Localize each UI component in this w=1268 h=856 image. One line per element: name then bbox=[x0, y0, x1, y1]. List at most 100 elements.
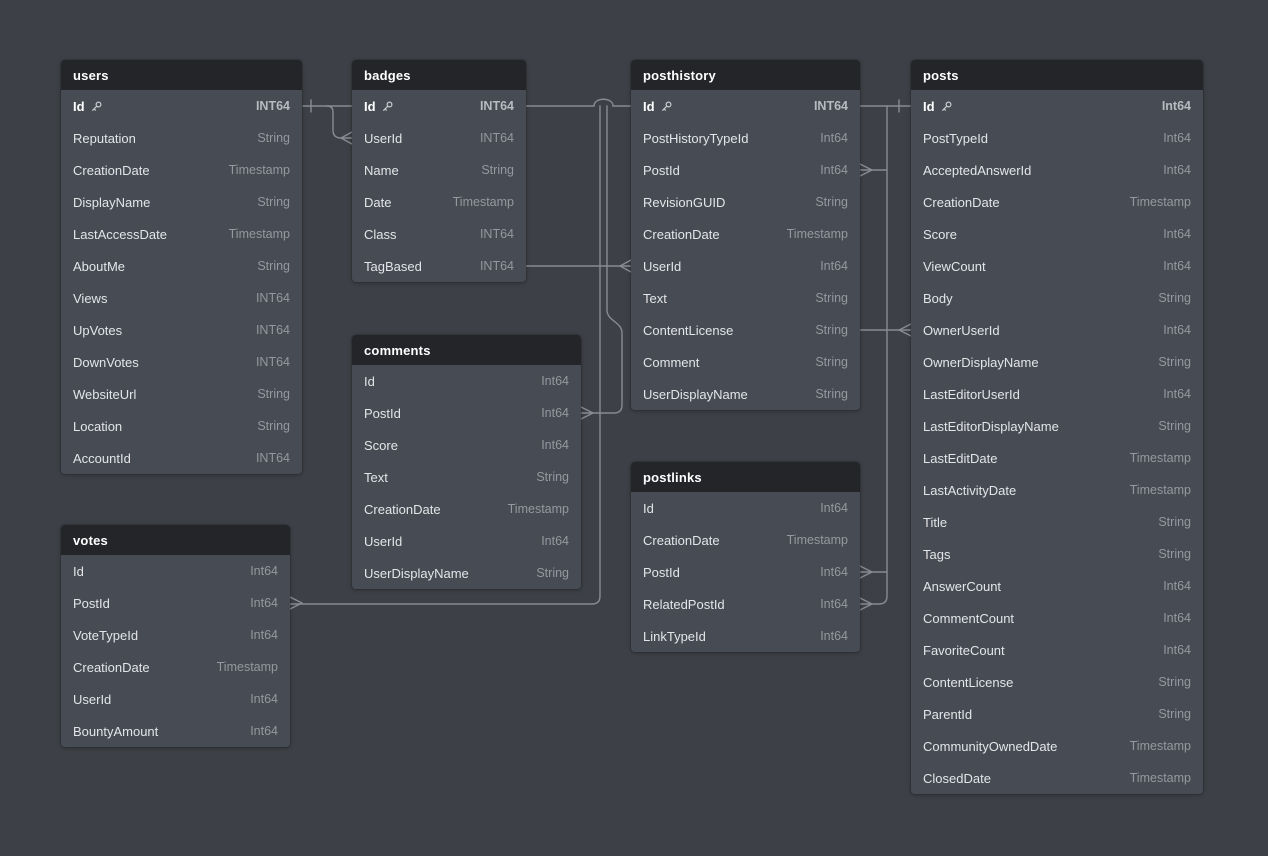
table-posts[interactable]: postsIdInt64PostTypeIdInt64AcceptedAnswe… bbox=[911, 60, 1203, 794]
field-row-posts-OwnerUserId[interactable]: OwnerUserIdInt64 bbox=[911, 314, 1203, 346]
primary-key-icon bbox=[941, 101, 952, 112]
field-row-users-Id[interactable]: IdINT64 bbox=[61, 90, 302, 122]
field-row-posts-CommentCount[interactable]: CommentCountInt64 bbox=[911, 602, 1203, 634]
table-header-postlinks[interactable]: postlinks bbox=[631, 462, 860, 492]
table-header-comments[interactable]: comments bbox=[352, 335, 581, 365]
field-row-postlinks-LinkTypeId[interactable]: LinkTypeIdInt64 bbox=[631, 620, 860, 652]
table-comments[interactable]: commentsIdInt64PostIdInt64ScoreInt64Text… bbox=[352, 335, 581, 589]
field-row-posthistory-PostHistoryTypeId[interactable]: PostHistoryTypeIdInt64 bbox=[631, 122, 860, 154]
field-row-posts-ViewCount[interactable]: ViewCount Int64 bbox=[911, 250, 1203, 282]
field-row-posts-Tags[interactable]: TagsString bbox=[911, 538, 1203, 570]
field-row-posthistory-UserDisplayName[interactable]: UserDisplayNameString bbox=[631, 378, 860, 410]
field-type: INT64 bbox=[256, 323, 290, 337]
field-name: DisplayName bbox=[73, 195, 150, 210]
field-row-badges-Date[interactable]: DateTimestamp bbox=[352, 186, 526, 218]
field-row-votes-PostId[interactable]: PostIdInt64 bbox=[61, 587, 290, 619]
field-row-postlinks-CreationDate[interactable]: CreationDateTimestamp bbox=[631, 524, 860, 556]
field-row-posthistory-Comment[interactable]: CommentString bbox=[631, 346, 860, 378]
field-row-votes-BountyAmount[interactable]: BountyAmountInt64 bbox=[61, 715, 290, 747]
field-row-badges-Name[interactable]: NameString bbox=[352, 154, 526, 186]
field-name: Text bbox=[643, 291, 667, 306]
field-row-posts-CommunityOwnedDate[interactable]: CommunityOwnedDateTimestamp bbox=[911, 730, 1203, 762]
table-header-badges[interactable]: badges bbox=[352, 60, 526, 90]
table-header-posthistory[interactable]: posthistory bbox=[631, 60, 860, 90]
field-type: String bbox=[815, 323, 848, 337]
field-type: Int64 bbox=[1163, 259, 1191, 273]
field-row-posts-Id[interactable]: IdInt64 bbox=[911, 90, 1203, 122]
field-row-posts-CreationDate[interactable]: CreationDateTimestamp bbox=[911, 186, 1203, 218]
field-row-badges-Class[interactable]: ClassINT64 bbox=[352, 218, 526, 250]
field-row-comments-CreationDate[interactable]: CreationDateTimestamp bbox=[352, 493, 581, 525]
field-row-posthistory-UserId[interactable]: UserIdInt64 bbox=[631, 250, 860, 282]
table-title: posthistory bbox=[643, 68, 716, 83]
field-row-comments-Score[interactable]: ScoreInt64 bbox=[352, 429, 581, 461]
field-type: Int64 bbox=[820, 629, 848, 643]
field-row-users-WebsiteUrl[interactable]: WebsiteUrlString bbox=[61, 378, 302, 410]
table-header-posts[interactable]: posts bbox=[911, 60, 1203, 90]
field-name: ParentId bbox=[923, 707, 972, 722]
field-row-users-DisplayName[interactable]: DisplayNameString bbox=[61, 186, 302, 218]
field-row-posts-Body[interactable]: BodyString bbox=[911, 282, 1203, 314]
field-row-posthistory-RevisionGUID[interactable]: RevisionGUIDString bbox=[631, 186, 860, 218]
field-row-users-DownVotes[interactable]: DownVotesINT64 bbox=[61, 346, 302, 378]
field-row-postlinks-Id[interactable]: IdInt64 bbox=[631, 492, 860, 524]
field-row-posts-ParentId[interactable]: ParentIdString bbox=[911, 698, 1203, 730]
table-badges[interactable]: badgesIdINT64UserIdINT64NameStringDateTi… bbox=[352, 60, 526, 282]
field-row-posthistory-Text[interactable]: TextString bbox=[631, 282, 860, 314]
table-users[interactable]: usersIdINT64ReputationStringCreationDate… bbox=[61, 60, 302, 474]
field-row-postlinks-RelatedPostId[interactable]: RelatedPostIdInt64 bbox=[631, 588, 860, 620]
field-row-posthistory-PostId[interactable]: PostIdInt64 bbox=[631, 154, 860, 186]
field-row-posts-Title[interactable]: TitleString bbox=[911, 506, 1203, 538]
field-name: Comment bbox=[643, 355, 699, 370]
field-row-votes-VoteTypeId[interactable]: VoteTypeIdInt64 bbox=[61, 619, 290, 651]
field-name: Id bbox=[923, 99, 935, 114]
field-row-posts-FavoriteCount[interactable]: FavoriteCountInt64 bbox=[911, 634, 1203, 666]
field-row-posts-ContentLicense[interactable]: ContentLicenseString bbox=[911, 666, 1203, 698]
field-row-users-LastAccessDate[interactable]: LastAccessDateTimestamp bbox=[61, 218, 302, 250]
field-row-users-Views[interactable]: ViewsINT64 bbox=[61, 282, 302, 314]
field-row-votes-UserId[interactable]: UserIdInt64 bbox=[61, 683, 290, 715]
field-row-posts-AcceptedAnswerId[interactable]: AcceptedAnswerIdInt64 bbox=[911, 154, 1203, 186]
field-type: Int64 bbox=[820, 163, 848, 177]
field-row-users-AboutMe[interactable]: AboutMeString bbox=[61, 250, 302, 282]
field-row-comments-Id[interactable]: IdInt64 bbox=[352, 365, 581, 397]
field-row-posts-AnswerCount[interactable]: AnswerCountInt64 bbox=[911, 570, 1203, 602]
field-row-comments-PostId[interactable]: PostIdInt64 bbox=[352, 397, 581, 429]
field-name: Id bbox=[73, 99, 85, 114]
field-row-votes-CreationDate[interactable]: CreationDateTimestamp bbox=[61, 651, 290, 683]
field-row-posts-LastActivityDate[interactable]: LastActivityDateTimestamp bbox=[911, 474, 1203, 506]
field-row-posts-LastEditorDisplayName[interactable]: LastEditorDisplayNameString bbox=[911, 410, 1203, 442]
field-row-badges-TagBased[interactable]: TagBasedINT64 bbox=[352, 250, 526, 282]
field-row-posthistory-ContentLicense[interactable]: ContentLicenseString bbox=[631, 314, 860, 346]
field-row-postlinks-PostId[interactable]: PostId Int64 bbox=[631, 556, 860, 588]
field-row-posthistory-CreationDate[interactable]: CreationDateTimestamp bbox=[631, 218, 860, 250]
field-row-users-CreationDate[interactable]: CreationDateTimestamp bbox=[61, 154, 302, 186]
field-row-badges-Id[interactable]: IdINT64 bbox=[352, 90, 526, 122]
field-row-users-AccountId[interactable]: AccountIdINT64 bbox=[61, 442, 302, 474]
field-row-users-UpVotes[interactable]: UpVotesINT64 bbox=[61, 314, 302, 346]
field-name: ViewCount bbox=[923, 259, 986, 274]
table-postlinks[interactable]: postlinksIdInt64CreationDateTimestampPos… bbox=[631, 462, 860, 652]
erd-canvas[interactable]: usersIdINT64ReputationStringCreationDate… bbox=[0, 0, 1268, 856]
field-row-comments-UserId[interactable]: UserIdInt64 bbox=[352, 525, 581, 557]
field-row-posts-LastEditorUserId[interactable]: LastEditorUserIdInt64 bbox=[911, 378, 1203, 410]
table-posthistory[interactable]: posthistory IdINT64PostHistoryTypeIdInt64… bbox=[631, 60, 860, 410]
field-type: Timestamp bbox=[229, 227, 290, 241]
table-votes[interactable]: votesIdInt64PostIdInt64VoteTypeIdInt64Cr… bbox=[61, 525, 290, 747]
table-header-votes[interactable]: votes bbox=[61, 525, 290, 555]
field-row-users-Reputation[interactable]: ReputationString bbox=[61, 122, 302, 154]
field-row-posts-LastEditDate[interactable]: LastEditDateTimestamp bbox=[911, 442, 1203, 474]
table-header-users[interactable]: users bbox=[61, 60, 302, 90]
field-row-users-Location[interactable]: LocationString bbox=[61, 410, 302, 442]
field-row-posts-OwnerDisplayName[interactable]: OwnerDisplayNameString bbox=[911, 346, 1203, 378]
field-row-posts-ClosedDate[interactable]: ClosedDateTimestamp bbox=[911, 762, 1203, 794]
field-row-votes-Id[interactable]: IdInt64 bbox=[61, 555, 290, 587]
field-row-comments-UserDisplayName[interactable]: UserDisplayNameString bbox=[352, 557, 581, 589]
field-row-posts-Score[interactable]: ScoreInt64 bbox=[911, 218, 1203, 250]
field-type: Int64 bbox=[820, 565, 848, 579]
field-row-comments-Text[interactable]: TextString bbox=[352, 461, 581, 493]
field-name: PostId bbox=[643, 565, 680, 580]
field-row-posthistory-Id[interactable]: IdINT64 bbox=[631, 90, 860, 122]
field-row-badges-UserId[interactable]: UserIdINT64 bbox=[352, 122, 526, 154]
field-row-posts-PostTypeId[interactable]: PostTypeIdInt64 bbox=[911, 122, 1203, 154]
